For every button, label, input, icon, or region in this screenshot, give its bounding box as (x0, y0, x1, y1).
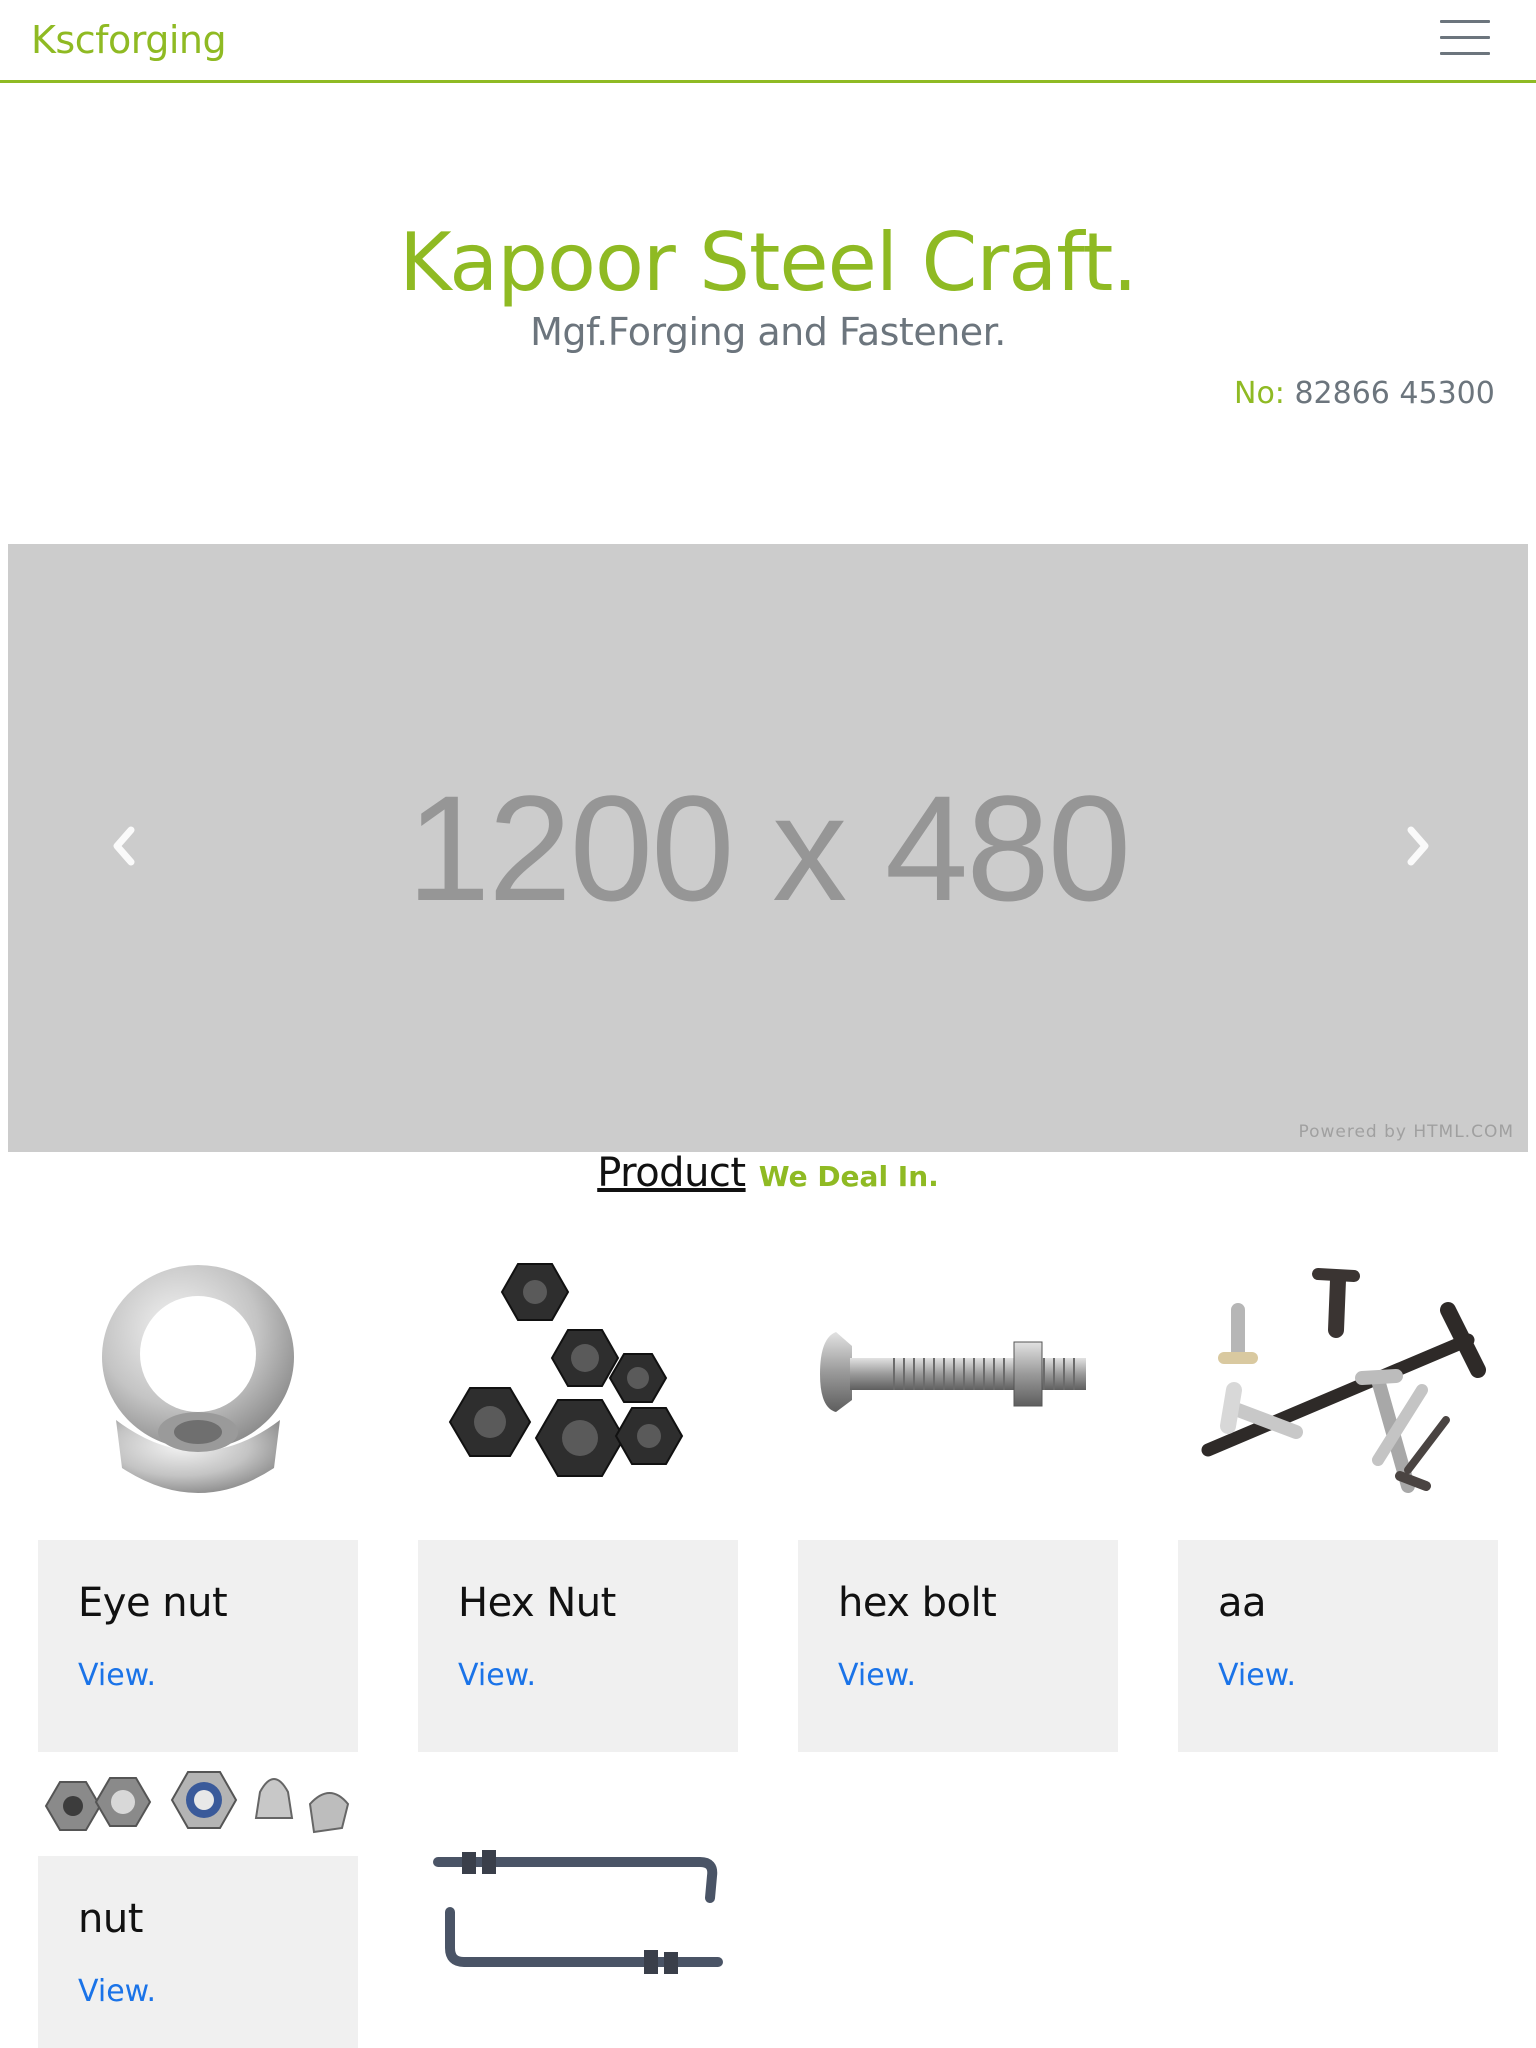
navbar: Kscforging (0, 0, 1536, 83)
brand-link[interactable]: Kscforging (31, 18, 227, 62)
product-view-link[interactable]: View. (1218, 1658, 1296, 1693)
hamburger-icon-bar (1440, 36, 1490, 39)
product-view-link[interactable]: View. (458, 1658, 536, 1693)
product-view-link[interactable]: View. (78, 1974, 156, 2009)
powered-by-text: Powered by HTML.COM (1298, 1122, 1514, 1142)
page-title: Kapoor Steel Craft. (399, 216, 1138, 309)
hamburger-icon-bar (1440, 52, 1490, 55)
phone-value: 82866 45300 (1294, 376, 1495, 411)
page-subtitle: Mgf.Forging and Fastener. (530, 310, 1006, 354)
product-view-link[interactable]: View. (838, 1658, 916, 1693)
hex-bolt-image[interactable] (798, 1250, 1118, 1540)
nuts-assortment-image[interactable] (38, 1752, 358, 1856)
product-view-link[interactable]: View. (78, 1658, 156, 1693)
phone-number: No: 82866 45300 (1234, 376, 1495, 411)
product-card-body: aa View. (1178, 1540, 1498, 1752)
products-heading: Product We Deal In. (0, 1150, 1536, 1196)
product-name: aa (1218, 1580, 1267, 1626)
phone-label: No: (1234, 376, 1285, 411)
products-heading-subtitle: We Deal In. (758, 1160, 939, 1193)
eye-nut-image[interactable] (38, 1250, 358, 1540)
product-name: nut (78, 1896, 143, 1942)
products-heading-title: Product (597, 1150, 746, 1196)
l-anchor-bolt-image[interactable] (418, 1752, 738, 2048)
hex-nut-image[interactable] (418, 1250, 738, 1540)
hamburger-icon-bar (1440, 20, 1490, 23)
product-card-body: hex bolt View. (798, 1540, 1118, 1752)
menu-toggle-button[interactable] (1440, 16, 1494, 62)
carousel-placeholder-text: 1200 x 480 (406, 763, 1131, 932)
carousel-next-button[interactable] (1378, 806, 1458, 886)
carousel-prev-button[interactable] (84, 806, 164, 886)
chevron-right-icon (1407, 826, 1429, 866)
product-card-body: nut View. (38, 1856, 358, 2048)
product-name: Hex Nut (458, 1580, 616, 1626)
t-bolt-image[interactable] (1178, 1250, 1498, 1540)
product-card-body: Eye nut View. (38, 1540, 358, 1752)
product-name: hex bolt (838, 1580, 997, 1626)
product-name: Eye nut (78, 1580, 228, 1626)
product-card-body: Hex Nut View. (418, 1540, 738, 1752)
image-carousel: 1200 x 480 Powered by HTML.COM (8, 544, 1528, 1152)
chevron-left-icon (113, 826, 135, 866)
